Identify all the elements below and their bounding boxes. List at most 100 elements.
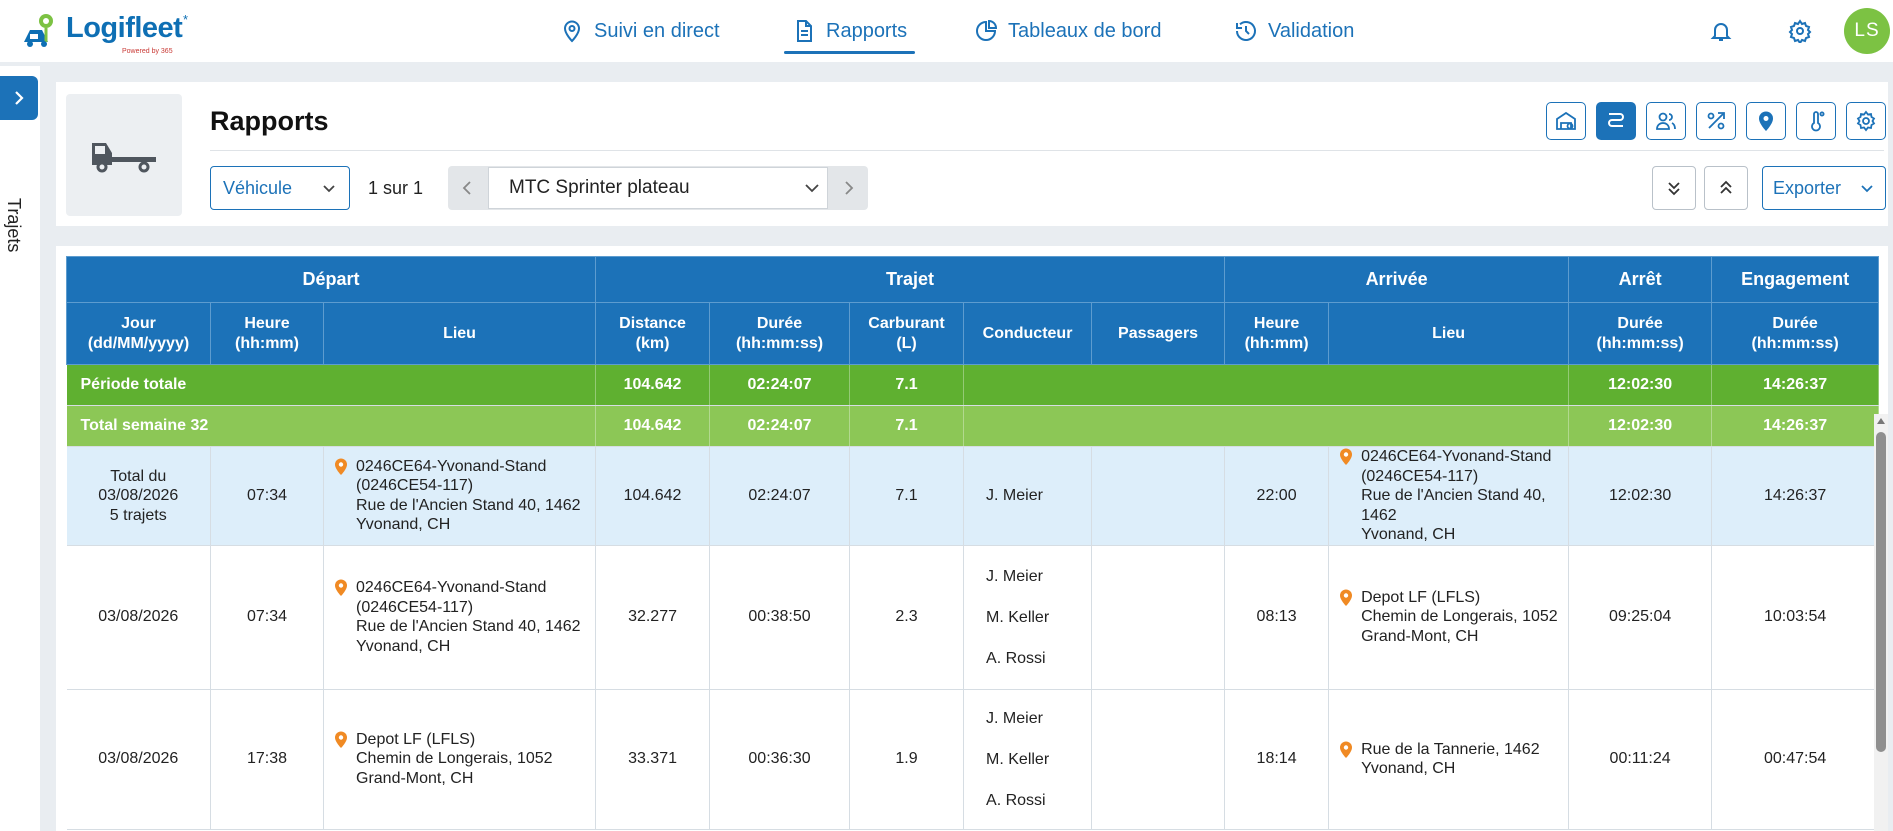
export-button[interactable]: Exporter bbox=[1762, 166, 1886, 210]
chevron-right-icon bbox=[845, 181, 854, 195]
column-header-duration[interactable]: Durée (hh:mm:ss) bbox=[709, 302, 851, 365]
scrollbar-thumb[interactable] bbox=[1876, 432, 1886, 752]
logo-mark: * bbox=[183, 12, 189, 27]
column-header-departure-time[interactable]: Heure (hh:mm) bbox=[210, 302, 324, 365]
arrival-place[interactable]: Depot LF (LFLS) Chemin de Longerais, 105… bbox=[1328, 545, 1570, 690]
column-header-stop-duration[interactable]: Durée (hh:mm:ss) bbox=[1568, 302, 1713, 365]
settings-button[interactable] bbox=[1785, 16, 1815, 46]
departure-place[interactable]: Depot LF (LFLS) Chemin de Longerais, 105… bbox=[323, 689, 597, 830]
passengers bbox=[1091, 545, 1226, 690]
report-temperature-button[interactable] bbox=[1796, 102, 1836, 140]
engagement-duration: 00:47:54 bbox=[1711, 689, 1880, 830]
column-header-distance[interactable]: Distance (km) bbox=[595, 302, 711, 365]
departure-day: 03/08/2026 bbox=[66, 545, 211, 690]
day-total-row[interactable]: Total du 03/08/2026 5 trajets 07:34 0246… bbox=[66, 446, 1880, 546]
arrival-time: 08:13 bbox=[1224, 545, 1330, 690]
vehicle-select[interactable]: MTC Sprinter plateau bbox=[488, 167, 828, 209]
location-pin-icon bbox=[335, 579, 347, 597]
column-header-departure-place[interactable]: Lieu bbox=[322, 302, 597, 365]
arrival-time: 18:14 bbox=[1224, 689, 1330, 830]
dashboard-pie-icon bbox=[976, 19, 998, 41]
chevron-left-icon bbox=[462, 181, 471, 195]
settings-icon bbox=[1856, 110, 1876, 132]
previous-vehicle-button[interactable] bbox=[448, 166, 488, 210]
summary-distance: 104.642 bbox=[595, 405, 711, 447]
location-pin-icon bbox=[335, 731, 347, 748]
report-drivers-button[interactable] bbox=[1646, 102, 1686, 140]
summary-row-total-period: Période totale 104.642 02:24:07 7.1 12:0… bbox=[66, 364, 1880, 406]
column-header-fuel[interactable]: Carburant (L) bbox=[849, 302, 965, 365]
column-header-row: Jour (dd/MM/yyyy) Heure (hh:mm) Lieu Dista… bbox=[66, 302, 1880, 365]
collapse-all-button[interactable] bbox=[1704, 166, 1748, 210]
notifications-button[interactable] bbox=[1706, 16, 1736, 46]
stop-duration: 09:25:04 bbox=[1568, 545, 1713, 690]
nav-label: Rapports bbox=[826, 19, 908, 42]
logo-text: Logifleet bbox=[66, 12, 183, 44]
vehicle-type-thumbnail bbox=[66, 94, 182, 216]
trips-table: Départ Trajet Arrivée Arrêt Engagement J… bbox=[65, 256, 1880, 830]
departure-place[interactable]: 0246CE64-Yvonand-Stand (0246CE54-117) Ru… bbox=[323, 446, 597, 546]
table-row[interactable]: 03/08/2026 07:34 0246CE64-Yvonand-Stand … bbox=[66, 545, 1880, 690]
summary-stop: 12:02:30 bbox=[1568, 405, 1713, 447]
arrival-place[interactable]: 0246CE64-Yvonand-Stand (0246CE54-117) Ru… bbox=[1328, 446, 1570, 546]
sidebar-tab-trajets[interactable]: Trajets bbox=[3, 198, 24, 252]
summary-empty bbox=[963, 364, 1570, 406]
table-scrollbar[interactable] bbox=[1874, 414, 1888, 831]
summary-row-week[interactable]: Total semaine 32 104.642 02:24:07 7.1 12… bbox=[66, 405, 1880, 447]
bell-icon bbox=[1710, 23, 1732, 41]
flatbed-truck-icon bbox=[92, 143, 156, 173]
arrival-place[interactable]: Rue de la Tannerie, 1462 Yvonand, CH bbox=[1328, 689, 1570, 830]
map-pin-icon bbox=[1759, 111, 1773, 131]
fuel: 1.9 bbox=[849, 689, 965, 830]
summary-fuel: 7.1 bbox=[849, 405, 965, 447]
duration: 00:36:30 bbox=[709, 689, 851, 830]
user-avatar[interactable]: LS bbox=[1844, 8, 1890, 54]
chevron-down-icon bbox=[1861, 185, 1873, 193]
nav-label: Suivi en direct bbox=[594, 19, 720, 42]
percent-icon bbox=[1707, 112, 1725, 130]
double-chevron-up-icon bbox=[1720, 180, 1732, 194]
expand-all-button[interactable] bbox=[1652, 166, 1696, 210]
group-header-trip: Trajet bbox=[595, 256, 1226, 303]
column-header-driver[interactable]: Conducteur bbox=[963, 302, 1093, 365]
drivers: J. Meier M. Keller A. Rossi bbox=[963, 545, 1093, 690]
gear-icon bbox=[1788, 19, 1812, 43]
scroll-up-arrow-icon[interactable] bbox=[1876, 416, 1886, 426]
nav-item-rapports[interactable]: Rapports bbox=[783, 14, 916, 54]
nav-item-validation[interactable]: Validation bbox=[1234, 14, 1354, 48]
day-total-label: Total du 03/08/2026 5 trajets bbox=[66, 446, 211, 546]
column-header-arrival-time[interactable]: Heure (hh:mm) bbox=[1224, 302, 1330, 365]
report-settings-button[interactable] bbox=[1846, 102, 1886, 140]
expand-sidebar-button[interactable] bbox=[0, 76, 38, 120]
next-vehicle-button[interactable] bbox=[828, 166, 868, 210]
column-header-arrival-place[interactable]: Lieu bbox=[1328, 302, 1570, 365]
table-row[interactable]: 03/08/2026 17:38 Depot LF (LFLS) Chemin … bbox=[66, 689, 1880, 830]
report-positions-button[interactable] bbox=[1746, 102, 1786, 140]
driver: J. Meier bbox=[963, 446, 1093, 546]
column-header-departure-day[interactable]: Jour (dd/MM/yyyy) bbox=[66, 302, 211, 365]
vehicle-select-value: MTC Sprinter plateau bbox=[509, 177, 690, 198]
top-bar: Logifleet * Powered by 365 Suivi en dire… bbox=[0, 0, 1893, 62]
trips-table-card: Départ Trajet Arrivée Arrêt Engagement J… bbox=[56, 246, 1888, 831]
pager-count: 1 sur 1 bbox=[368, 178, 424, 198]
group-header-row: Départ Trajet Arrivée Arrêt Engagement bbox=[65, 256, 1880, 303]
nav-item-tableaux-de-bord[interactable]: Tableaux de bord bbox=[974, 14, 1161, 48]
column-header-engagement-duration[interactable]: Durée (hh:mm:ss) bbox=[1711, 302, 1880, 365]
nav-item-suivi-en-direct[interactable]: Suivi en direct bbox=[560, 14, 720, 48]
departure-place[interactable]: 0246CE64-Yvonand-Stand (0246CE54-117) Ru… bbox=[323, 545, 597, 690]
chevron-right-icon bbox=[15, 91, 24, 105]
chevron-down-icon bbox=[805, 184, 819, 193]
logifleet-logo[interactable]: Logifleet * Powered by 365 bbox=[22, 8, 202, 58]
summary-stop: 12:02:30 bbox=[1568, 364, 1713, 406]
fuel: 7.1 bbox=[849, 446, 965, 546]
distance: 33.371 bbox=[595, 689, 711, 830]
report-trips-button[interactable] bbox=[1596, 102, 1636, 140]
history-icon bbox=[1236, 21, 1256, 41]
vehicle-filter-select[interactable]: Véhicule bbox=[210, 166, 350, 210]
departure-time: 17:38 bbox=[210, 689, 324, 830]
report-percentage-button[interactable] bbox=[1696, 102, 1736, 140]
report-garage-button[interactable] bbox=[1546, 102, 1586, 140]
location-pin-icon bbox=[563, 20, 581, 43]
double-chevron-down-icon bbox=[1668, 182, 1680, 196]
column-header-passengers[interactable]: Passagers bbox=[1091, 302, 1226, 365]
